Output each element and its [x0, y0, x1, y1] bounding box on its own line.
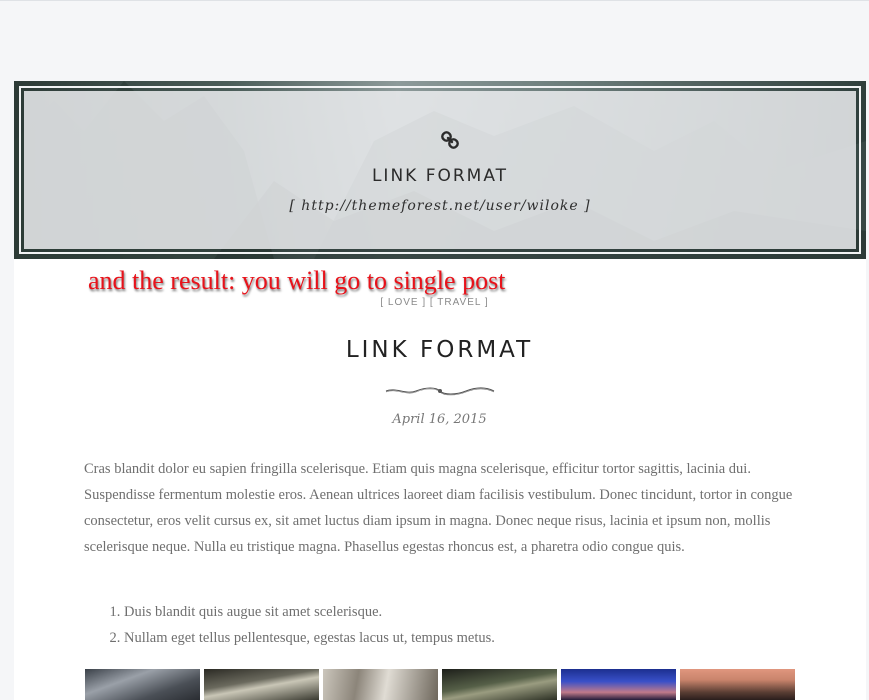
post-categories[interactable]: [ LOVE ] [ TRAVEL ]: [0, 297, 869, 308]
banner-overlay: LINK FORMAT [ http://themeforest.net/use…: [24, 91, 856, 249]
post-body-paragraph: Cras blandit dolor eu sapien fringilla s…: [84, 461, 793, 555]
ornament-divider-icon: [385, 387, 495, 396]
top-border: [0, 0, 869, 1]
gallery-thumbnail[interactable]: [561, 669, 676, 700]
gallery-thumbnail[interactable]: [323, 669, 438, 700]
link-format-banner[interactable]: LINK FORMAT [ http://themeforest.net/use…: [14, 81, 866, 259]
list-item: Duis blandit quis augue sit amet sceleri…: [124, 599, 784, 625]
banner-url[interactable]: [ http://themeforest.net/user/wiloke ]: [24, 198, 856, 214]
page: LINK FORMAT [ http://themeforest.net/use…: [0, 0, 869, 700]
post-ordered-list: Duis blandit quis augue sit amet sceleri…: [84, 599, 784, 651]
banner-title[interactable]: LINK FORMAT: [24, 166, 856, 186]
link-icon: [441, 131, 459, 149]
gallery-thumbnail[interactable]: [85, 669, 200, 700]
list-item: Nullam eget tellus pellentesque, egestas…: [124, 625, 784, 651]
post-date: April 16, 2015: [392, 412, 487, 427]
gallery-thumbnail[interactable]: [680, 669, 795, 700]
image-gallery: [85, 669, 795, 700]
post-title: LINK FORMAT: [345, 337, 534, 363]
gallery-thumbnail[interactable]: [442, 669, 557, 700]
annotation-text: and the result: you will go to single po…: [88, 266, 506, 295]
gallery-thumbnail[interactable]: [204, 669, 319, 700]
